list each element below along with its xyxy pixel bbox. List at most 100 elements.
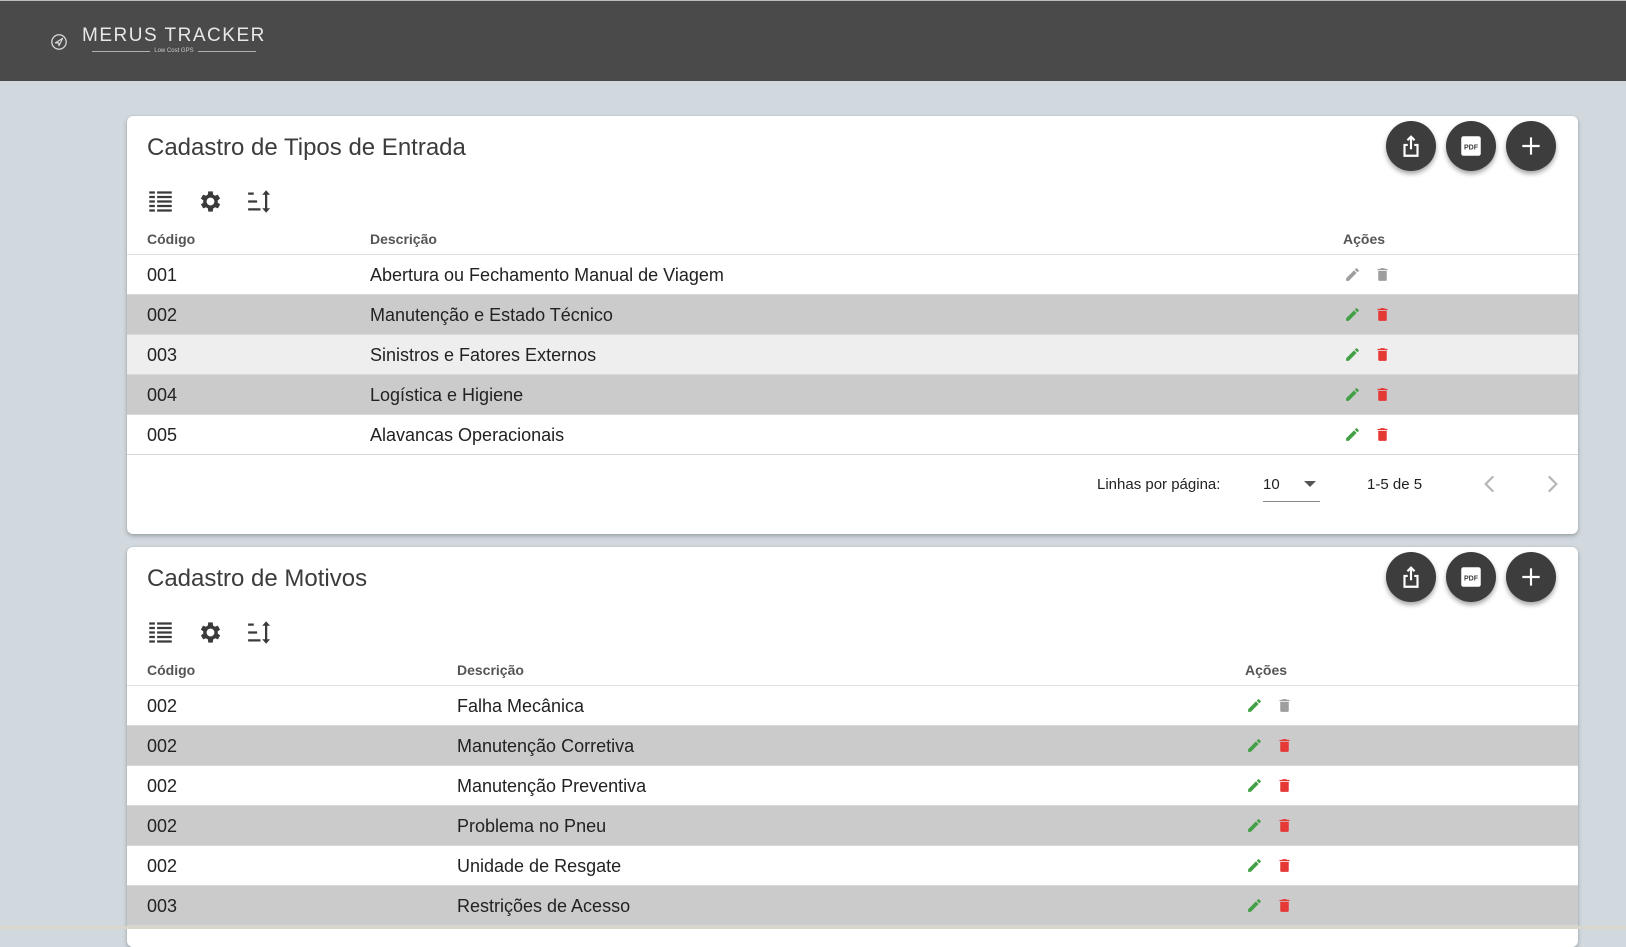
export-pdf-button[interactable]: PDF	[1446, 552, 1496, 602]
pdf-icon: PDF	[1461, 567, 1481, 587]
share-icon	[1403, 566, 1419, 588]
export-share-button[interactable]	[1386, 121, 1436, 171]
motivos-title: Cadastro de Motivos	[147, 565, 368, 592]
columns-icon[interactable]	[147, 188, 174, 215]
add-button[interactable]	[1506, 552, 1556, 602]
trash-icon[interactable]	[1276, 737, 1293, 754]
tipos-entrada-card: Cadastro de Tipos de Entrada PDF Código …	[127, 116, 1578, 534]
table-row[interactable]: 002 Unidade de Resgate	[127, 846, 1578, 886]
trash-icon[interactable]	[1276, 857, 1293, 874]
cell-descricao: Sinistros e Fatores Externos	[370, 345, 597, 365]
table-header: Código Descrição Ações	[127, 229, 1578, 255]
cell-descricao: Manutenção e Estado Técnico	[370, 305, 613, 325]
col-codigo[interactable]: Código	[147, 662, 195, 678]
sort-icon[interactable]	[247, 619, 274, 646]
rows-per-page-select[interactable]: 10	[1263, 468, 1320, 502]
cell-descricao: Abertura ou Fechamento Manual de Viagem	[370, 265, 724, 285]
top-bar: MERUS TRACKER Low Cost GPS	[0, 0, 1626, 81]
trash-icon[interactable]	[1374, 346, 1391, 363]
pdf-icon: PDF	[1461, 136, 1481, 156]
trash-icon[interactable]	[1374, 426, 1391, 443]
table-row[interactable]: 002 Problema no Pneu	[127, 806, 1578, 846]
tipos-entrada-title: Cadastro de Tipos de Entrada	[147, 134, 466, 161]
cell-descricao: Problema no Pneu	[457, 816, 607, 836]
gear-icon[interactable]	[197, 619, 224, 646]
trash-icon[interactable]	[1374, 306, 1391, 323]
col-descricao[interactable]: Descrição	[457, 662, 524, 678]
pencil-icon[interactable]	[1246, 777, 1263, 794]
col-acoes: Ações	[1343, 231, 1386, 247]
tipos-entrada-table: Código Descrição Ações 001 Abertura ou F…	[127, 229, 1578, 455]
pencil-icon[interactable]	[1344, 426, 1361, 443]
col-codigo[interactable]: Código	[147, 231, 195, 247]
col-acoes: Ações	[1245, 662, 1288, 678]
app-name: MERUS TRACKER	[82, 25, 266, 46]
pencil-icon[interactable]	[1246, 697, 1263, 714]
app-tagline: Low Cost GPS	[154, 48, 194, 54]
add-icon	[1522, 137, 1540, 155]
cell-codigo: 002	[147, 736, 178, 756]
page-range: 1-5 de 5	[1367, 476, 1423, 493]
pencil-icon[interactable]	[1246, 897, 1263, 914]
cell-codigo: 005	[147, 425, 178, 445]
compass-icon	[51, 34, 67, 50]
svg-text:PDF: PDF	[1464, 575, 1479, 582]
next-page-button[interactable]	[1539, 471, 1565, 497]
cell-descricao: Alavancas Operacionais	[370, 425, 565, 445]
table-row[interactable]: 002 Manutenção Preventiva	[127, 766, 1578, 806]
pencil-icon[interactable]	[1246, 817, 1263, 834]
trash-icon[interactable]	[1276, 777, 1293, 794]
table-header: Código Descrição Ações	[127, 660, 1578, 686]
trash-icon[interactable]	[1276, 817, 1293, 834]
table-row[interactable]: 002 Manutenção e Estado Técnico	[127, 295, 1578, 335]
trash-icon[interactable]	[1276, 897, 1293, 914]
svg-text:PDF: PDF	[1464, 144, 1479, 151]
cell-descricao: Falha Mecânica	[457, 696, 585, 716]
pencil-icon[interactable]	[1344, 346, 1361, 363]
gear-icon[interactable]	[197, 188, 224, 215]
table-row[interactable]: 005 Alavancas Operacionais	[127, 415, 1578, 455]
pencil-icon[interactable]	[1344, 266, 1361, 283]
table-row[interactable]: 003 Sinistros e Fatores Externos	[127, 335, 1578, 375]
pencil-icon[interactable]	[1246, 737, 1263, 754]
trash-icon[interactable]	[1374, 266, 1391, 283]
table-row[interactable]: 001 Abertura ou Fechamento Manual de Via…	[127, 255, 1578, 295]
cell-codigo: 002	[147, 776, 178, 796]
app-logo[interactable]: MERUS TRACKER Low Cost GPS	[50, 25, 266, 55]
sort-icon[interactable]	[247, 188, 274, 215]
columns-icon[interactable]	[147, 619, 174, 646]
cell-descricao: Restrições de Acesso	[457, 896, 631, 916]
cell-codigo: 001	[147, 265, 178, 285]
previous-page-button[interactable]	[1477, 471, 1503, 497]
trash-icon[interactable]	[1276, 697, 1293, 714]
cell-codigo: 003	[147, 345, 178, 365]
cell-descricao: Manutenção Preventiva	[457, 776, 647, 796]
table-row[interactable]: 004 Logística e Higiene	[127, 375, 1578, 415]
cell-descricao: Unidade de Resgate	[457, 856, 622, 876]
rows-per-page-value: 10	[1263, 476, 1280, 493]
caret-down-icon	[1304, 481, 1316, 487]
rows-per-page-label: Linhas por página:	[1097, 476, 1221, 493]
pencil-icon[interactable]	[1344, 386, 1361, 403]
col-descricao[interactable]: Descrição	[370, 231, 437, 247]
cell-codigo: 002	[147, 856, 178, 876]
table-row[interactable]: 002 Manutenção Corretiva	[127, 726, 1578, 766]
cell-codigo: 002	[147, 305, 178, 325]
pagination-footer: Linhas por página: 10 1-5 de 5	[127, 454, 1578, 514]
pencil-icon[interactable]	[1246, 857, 1263, 874]
chevron-right-icon	[1547, 475, 1558, 493]
table-row[interactable]: 003 Restrições de Acesso	[127, 886, 1578, 926]
add-button[interactable]	[1506, 121, 1556, 171]
pencil-icon[interactable]	[1344, 306, 1361, 323]
motivos-card: Cadastro de Motivos PDF Código Descrição…	[127, 547, 1578, 947]
export-pdf-button[interactable]: PDF	[1446, 121, 1496, 171]
motivos-table: Código Descrição Ações 002 Falha Mecânic…	[127, 660, 1578, 926]
trash-icon[interactable]	[1374, 386, 1391, 403]
cell-codigo: 002	[147, 696, 178, 716]
cell-descricao: Manutenção Corretiva	[457, 736, 635, 756]
cell-codigo: 003	[147, 896, 178, 916]
export-share-button[interactable]	[1386, 552, 1436, 602]
share-icon	[1403, 135, 1419, 157]
table-row[interactable]: 002 Falha Mecânica	[127, 686, 1578, 726]
chevron-left-icon	[1484, 475, 1495, 493]
